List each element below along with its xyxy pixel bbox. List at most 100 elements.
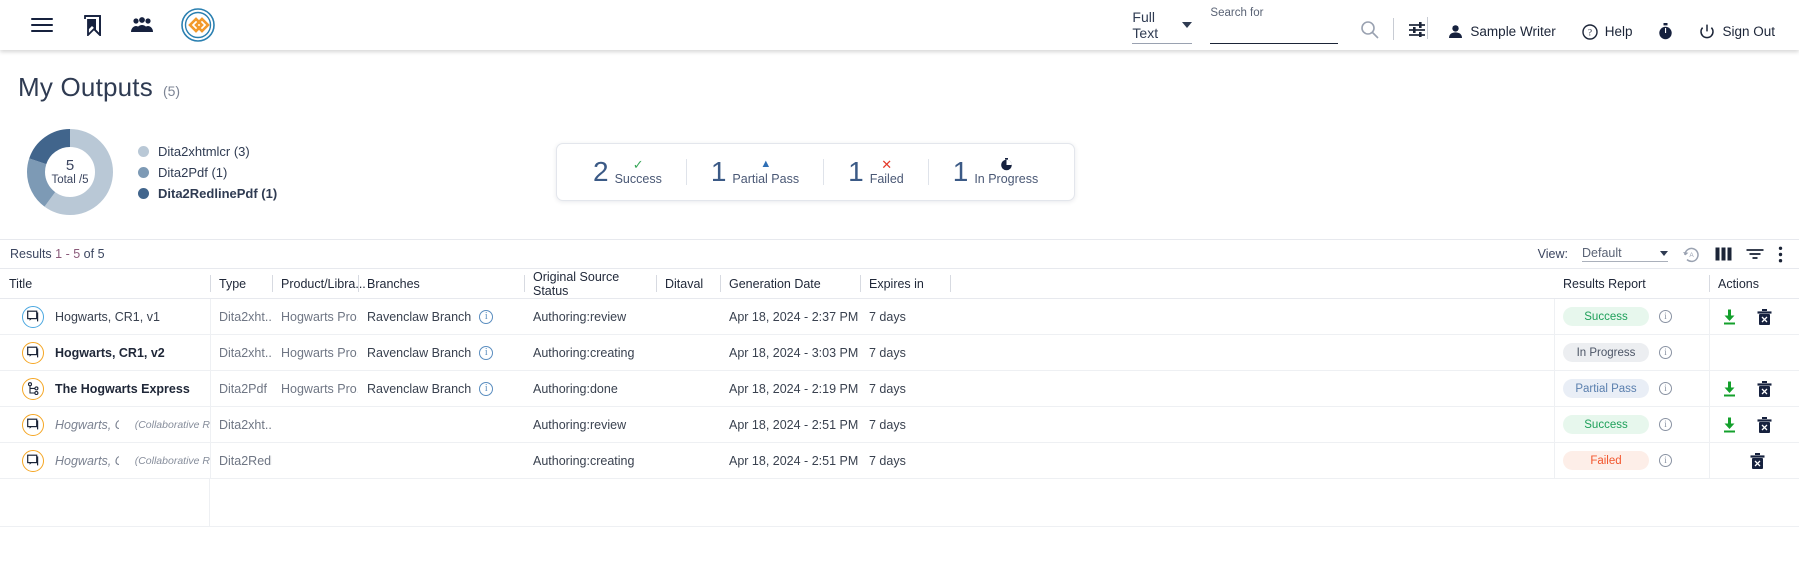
column-header-expires-in[interactable]: Expires in: [860, 269, 950, 299]
cell-ditaval: [656, 335, 720, 371]
delete-icon[interactable]: [1757, 416, 1772, 433]
topic-tree-icon: [22, 377, 44, 400]
results-toolbar: Results 1 - 5 of 5 View: Default A: [0, 239, 1799, 269]
row-title: Hogwarts, CR1, v1: [55, 309, 160, 324]
view-select[interactable]: Default: [1582, 246, 1668, 262]
delete-icon[interactable]: [1757, 308, 1772, 325]
status-partial-pass[interactable]: 1 ▲ Partial Pass: [687, 158, 823, 187]
cell-actions: [1709, 334, 1799, 371]
more-vertical-icon[interactable]: [1778, 246, 1783, 263]
table-row[interactable]: Hogwarts, CR1, v2 (Collaborative R Dita2…: [0, 406, 1799, 443]
cell-type: Dita2xht...: [210, 406, 272, 443]
help-label: Help: [1604, 24, 1633, 39]
legend-label: Dita2Pdf (1): [158, 164, 228, 180]
user-name-label: Sample Writer: [1470, 24, 1556, 39]
person-icon: [1449, 25, 1463, 38]
table-row[interactable]: Hogwarts, CR1, v2 (Collaborative R Dita2…: [0, 442, 1799, 479]
info-icon[interactable]: i: [1659, 418, 1672, 431]
download-icon[interactable]: [1722, 381, 1737, 397]
status-failed[interactable]: 1 ✕ Failed: [824, 158, 928, 187]
column-header-product[interactable]: Product/Libra...: [272, 269, 366, 299]
people-icon[interactable]: [128, 11, 156, 39]
table-row[interactable]: Hogwarts, CR1, v2 Dita2xht... Hogwarts P…: [0, 334, 1799, 371]
search-in-select[interactable]: Full Text: [1132, 9, 1193, 44]
status-badge[interactable]: Partial Pass: [1563, 379, 1649, 398]
legend-item[interactable]: Dita2xhtmlcr (3): [138, 144, 277, 159]
info-icon[interactable]: i: [479, 309, 494, 324]
divider: [1393, 18, 1395, 40]
cell-title[interactable]: Hogwarts, CR1, v2 (Collaborative R: [0, 407, 210, 443]
status-count: 1: [952, 156, 969, 187]
status-in-progress[interactable]: 1 In Progress: [929, 156, 1063, 187]
cell-title[interactable]: Hogwarts, CR1, v2 (Collaborative R: [0, 443, 210, 479]
table-row[interactable]: The Hogwarts Express Dita2Pdf Hogwarts P…: [0, 370, 1799, 407]
column-header-branches[interactable]: Branches: [358, 269, 524, 299]
cell-title[interactable]: Hogwarts, CR1, v1: [0, 299, 210, 335]
cell-title[interactable]: Hogwarts, CR1, v2: [0, 335, 210, 371]
topbar-left-icons: [0, 5, 218, 45]
hamburger-menu-icon[interactable]: [28, 11, 56, 39]
view-value: Default: [1582, 246, 1622, 260]
column-header-results-report[interactable]: Results Report: [1554, 269, 1709, 299]
info-icon[interactable]: i: [1659, 382, 1672, 395]
download-icon[interactable]: [1722, 309, 1737, 325]
status-badge[interactable]: Success: [1563, 415, 1649, 434]
cell-results-report: In Progress i: [1554, 334, 1709, 371]
status-badge[interactable]: In Progress: [1563, 343, 1649, 362]
row-title: Hogwarts, CR1, v2: [55, 453, 119, 468]
chevron-down-icon: [1660, 250, 1668, 256]
svg-text:A: A: [1689, 252, 1694, 259]
delete-icon[interactable]: [1750, 452, 1765, 469]
status-badge[interactable]: Failed: [1563, 451, 1649, 470]
info-icon[interactable]: i: [479, 345, 494, 360]
status-badge[interactable]: Success: [1563, 307, 1649, 326]
column-header-original-source-status[interactable]: Original Source Status: [524, 269, 656, 299]
branch-name: Ravenclaw Branch: [367, 309, 472, 324]
donut-legend: Dita2xhtmlcr (3) Dita2Pdf (1) Dita2Redli…: [138, 144, 277, 201]
info-icon[interactable]: i: [1659, 454, 1672, 467]
status-success[interactable]: 2 ✓ Success: [569, 156, 686, 187]
column-header-title[interactable]: Title: [0, 269, 210, 299]
delete-icon[interactable]: [1757, 380, 1772, 397]
cell-source-status: Authoring:review: [533, 309, 627, 324]
table-row[interactable]: Hogwarts, CR1, v1 Dita2xht... Hogwarts P…: [0, 298, 1799, 335]
legend-swatch-icon: [138, 166, 149, 178]
cell-title[interactable]: The Hogwarts Express: [0, 371, 210, 407]
info-icon[interactable]: i: [1659, 346, 1672, 359]
search-icon[interactable]: [1360, 20, 1379, 39]
stopwatch-button[interactable]: [1658, 23, 1673, 40]
cell-product: Hogwarts Pro...: [281, 381, 358, 396]
user-profile-button[interactable]: Sample Writer: [1448, 24, 1556, 39]
help-icon: ?: [1582, 23, 1598, 40]
columns-icon[interactable]: [1715, 247, 1732, 261]
column-header-type[interactable]: Type: [210, 269, 272, 299]
cell-actions: [1709, 370, 1799, 407]
app-logo-icon[interactable]: [178, 5, 218, 45]
download-icon[interactable]: [1722, 417, 1737, 433]
sign-out-button[interactable]: Sign Out: [1699, 24, 1775, 40]
refresh-auto-icon[interactable]: A: [1682, 246, 1701, 263]
bookmark-icon[interactable]: [78, 11, 106, 39]
cell-spacer: [950, 299, 1554, 335]
column-header-actions[interactable]: Actions: [1709, 269, 1799, 299]
cell-actions: [1709, 442, 1799, 479]
info-icon[interactable]: i: [1659, 310, 1672, 323]
column-header-ditaval[interactable]: Ditaval: [656, 269, 720, 299]
filter-settings-icon[interactable]: [1408, 20, 1427, 39]
info-icon[interactable]: i: [479, 381, 494, 396]
table-header-row: Title Type Product/Libra... Branches Ori…: [0, 269, 1799, 299]
table-tail-right: [210, 479, 1799, 526]
filter-icon[interactable]: [1746, 247, 1764, 261]
cell-branch: [358, 407, 524, 443]
column-header-generation-date[interactable]: Generation Date: [720, 269, 860, 299]
cell-spacer: [950, 335, 1554, 371]
search-group: Search in Full Text Search for: [1132, 0, 1339, 50]
legend-item[interactable]: Dita2RedlinePdf (1): [138, 186, 277, 201]
search-input[interactable]: [1210, 25, 1339, 44]
table-empty-tail: [0, 479, 1799, 527]
status-count: 2: [593, 156, 609, 187]
branch-name: Ravenclaw Branch: [367, 381, 472, 396]
cell-ditaval: [656, 299, 720, 335]
help-button[interactable]: ? Help: [1582, 23, 1633, 40]
legend-item[interactable]: Dita2Pdf (1): [138, 165, 277, 180]
